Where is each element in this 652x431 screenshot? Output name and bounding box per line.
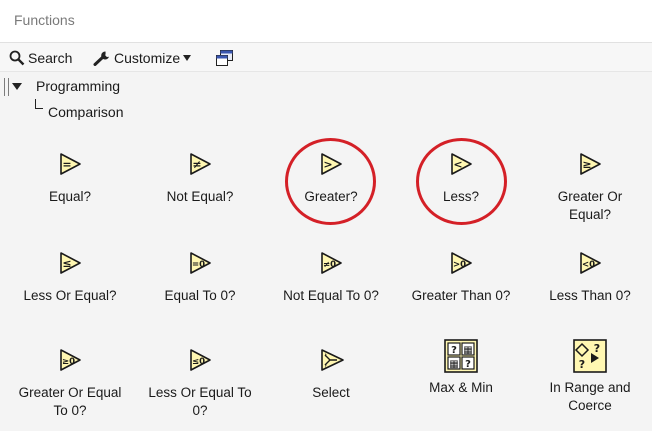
svg-text:?: ? [594,342,600,355]
function-label-line: Equal? [568,207,612,222]
function-label: Not Equal To 0? [283,288,379,303]
function-not-equal[interactable]: ≠ Not Equal? [140,151,260,206]
function-label-line: Greater Or [557,189,623,204]
svg-text:?: ? [579,358,585,371]
title-bar: Functions [0,0,652,43]
collapse-arrow-icon[interactable] [12,83,22,90]
function-label: Equal To 0? [164,288,236,303]
search-icon [9,50,25,66]
function-label-line: Coerce [568,398,612,413]
dropdown-arrow-icon [183,55,192,61]
svg-text:▦: ▦ [463,345,472,356]
svg-text:f: f [325,364,327,370]
windows-icon [215,49,234,67]
tree-item-comparison[interactable]: Comparison [48,104,123,120]
tree-item-programming[interactable]: Programming [36,78,120,94]
function-in-range-and-coerce[interactable]: ?? In Range and Coerce [530,339,650,415]
function-equal[interactable]: = Equal? [10,151,130,206]
window-title: Functions [14,12,75,28]
function-not-equal-to-0[interactable]: ≠0 Not Equal To 0? [271,250,391,305]
max-min-icon: ? ▦ ▦? [444,339,478,373]
palette-content: Programming Comparison = Equal? ≠ Not Equal… [0,72,652,431]
function-less-or-equal[interactable]: ≤ Less Or Equal? [10,250,130,305]
search-label: Search [28,50,73,66]
function-label: Less Or Equal? [23,288,117,303]
equal-to-0-icon: =0 [187,250,213,276]
in-range-and-coerce-icon: ?? [573,339,607,373]
function-label: Less? [442,189,480,204]
svg-text:≤: ≤ [62,257,71,270]
not-equal-to-0-icon: ≠0 [318,250,344,276]
function-label: Max & Min [429,380,493,395]
function-label-line: To 0? [53,403,87,418]
svg-text:<: < [453,158,462,171]
svg-text:≥: ≥ [582,158,591,171]
function-greater-than-0[interactable]: >0 Greater Than 0? [401,250,521,305]
search-button[interactable]: Search [9,48,72,68]
function-label: Select [312,385,350,400]
function-equal-to-0[interactable]: =0 Equal To 0? [140,250,260,305]
svg-text:≠0: ≠0 [323,260,336,270]
function-label: Less Than 0? [549,288,631,303]
less-or-equal-to-0-icon: ≤0 [187,347,213,373]
less-or-equal-icon: ≤ [57,250,83,276]
customize-label: Customize [114,50,181,66]
function-greater[interactable]: > Greater? [271,151,391,206]
function-label: Greater? [304,189,358,204]
function-less-than-0[interactable]: <0 Less Than 0? [530,250,650,305]
window-mode-button[interactable] [215,48,234,68]
customize-button[interactable]: Customize [93,48,192,68]
palette-toolbar: Search Customize [0,43,652,72]
tree-connector [35,99,43,109]
function-label-line: 0? [192,403,208,418]
svg-text:>0: >0 [453,260,466,270]
svg-text:?: ? [465,359,471,370]
function-max-min[interactable]: ? ▦ ▦? Max & Min [401,339,521,397]
svg-text:≠: ≠ [192,158,201,171]
equal-icon: = [57,151,83,177]
function-label: Greater Or Equal To 0? [10,384,130,420]
not-equal-icon: ≠ [187,151,213,177]
svg-text:≤0: ≤0 [192,357,205,367]
function-label: Less Or Equal To 0? [140,384,260,420]
svg-text:t: t [325,353,327,359]
function-label-line: In Range and [549,380,631,395]
tree-splitter[interactable] [4,78,9,96]
function-less-or-equal-to-0[interactable]: ≤0 Less Or Equal To 0? [140,347,260,420]
greater-or-equal-icon: ≥ [577,151,603,177]
function-label: Equal? [48,189,92,204]
function-less[interactable]: < Less? [401,151,521,206]
function-select[interactable]: t f Select [271,347,391,402]
svg-text:=0: =0 [192,260,205,270]
svg-text:<0: <0 [582,260,595,270]
function-label: In Range and Coerce [530,379,650,415]
function-label: Greater Or Equal? [530,188,650,224]
less-icon: < [448,151,474,177]
greater-than-0-icon: >0 [448,250,474,276]
svg-text:≥0: ≥0 [62,357,75,367]
greater-icon: > [318,151,344,177]
svg-text:=: = [62,158,71,171]
svg-text:>: > [323,158,332,171]
less-than-0-icon: <0 [577,250,603,276]
svg-text:▦: ▦ [449,359,458,370]
greater-or-equal-to-0-icon: ≥0 [57,347,83,373]
svg-text:?: ? [451,345,457,356]
function-label-line: Less Or Equal To [148,385,252,400]
function-greater-or-equal-to-0[interactable]: ≥0 Greater Or Equal To 0? [10,347,130,420]
select-icon: tf [318,347,344,373]
function-label: Not Equal? [166,189,234,204]
function-label-line: Greater Or Equal [18,385,122,400]
function-label: Greater Than 0? [411,288,511,303]
wrench-icon [93,50,111,66]
function-greater-or-equal[interactable]: ≥ Greater Or Equal? [530,151,650,224]
